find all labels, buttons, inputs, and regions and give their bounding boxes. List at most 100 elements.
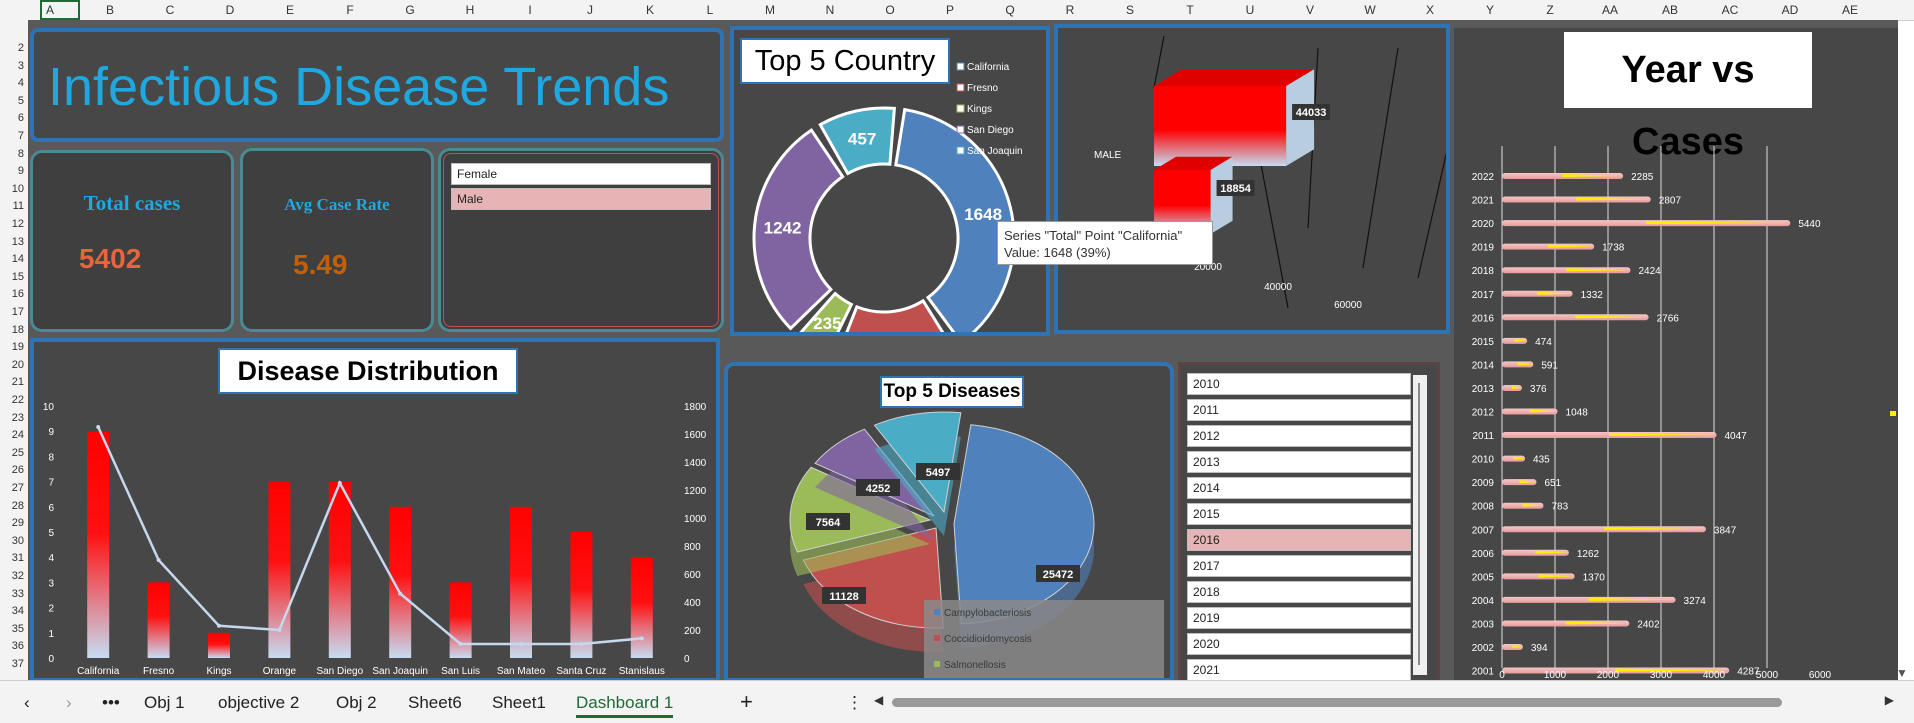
year-slicer-item[interactable]: 2014	[1187, 477, 1411, 499]
sheet-tab[interactable]: objective 2	[218, 693, 299, 713]
row-label[interactable]: 2	[0, 42, 24, 54]
column-label[interactable]: AB	[1662, 3, 1678, 17]
sex-slicer-item[interactable]: Male	[451, 188, 711, 210]
disease-distribution-chart[interactable]: 0 1 2 3 4 5 6 7 8 9 10 0 200 400 600 800 1000 1200 1400 160…	[34, 342, 716, 678]
year-cases-chart[interactable]: 2022 2285 2021 2807 2020 5440 2019 1738 2018 2424…	[1454, 28, 1898, 680]
top5-diseases-pie-chart[interactable]: 25472 11128 7564 4252 5497 Campylobacteriosis…	[728, 366, 1170, 678]
row-label[interactable]: 3	[0, 60, 24, 72]
column-label[interactable]: AA	[1602, 3, 1618, 17]
column-label[interactable]: W	[1364, 3, 1375, 17]
row-label[interactable]: 21	[0, 376, 24, 388]
year-slicer-item[interactable]: 2019	[1187, 607, 1411, 629]
row-label[interactable]: 6	[0, 112, 24, 124]
row-label[interactable]: 17	[0, 306, 24, 318]
row-label[interactable]: 27	[0, 482, 24, 494]
column-label[interactable]: R	[1066, 3, 1075, 17]
year-slicer-item[interactable]: 2011	[1187, 399, 1411, 421]
row-label[interactable]: 34	[0, 605, 24, 617]
column-label[interactable]: I	[528, 3, 531, 17]
row-label[interactable]: 32	[0, 570, 24, 582]
column-label[interactable]: X	[1426, 3, 1434, 17]
column-label[interactable]: G	[405, 3, 414, 17]
row-label[interactable]: 25	[0, 447, 24, 459]
row-label[interactable]: 22	[0, 394, 24, 406]
scroll-right-icon[interactable]: ▶	[1885, 693, 1894, 707]
row-label[interactable]: 31	[0, 552, 24, 564]
year-slicer-item[interactable]: 2018	[1187, 581, 1411, 603]
column-label[interactable]: A	[46, 3, 54, 17]
sheet-tab[interactable]: Dashboard 1	[576, 693, 674, 718]
column-label[interactable]: L	[707, 3, 714, 17]
row-label[interactable]: 36	[0, 640, 24, 652]
horizontal-scrollbar[interactable]: ◀ ▶	[874, 693, 1894, 709]
add-sheet-icon[interactable]: +	[740, 689, 753, 715]
column-label[interactable]: M	[765, 3, 775, 17]
row-label[interactable]: 5	[0, 95, 24, 107]
row-label[interactable]: 13	[0, 236, 24, 248]
year-slicer-item[interactable]: 2016	[1187, 529, 1411, 551]
column-label[interactable]: U	[1246, 3, 1255, 17]
year-slicer-item[interactable]: 2012	[1187, 425, 1411, 447]
column-label[interactable]: N	[826, 3, 835, 17]
column-label[interactable]: C	[166, 3, 175, 17]
year-slicer-item[interactable]: 2020	[1187, 633, 1411, 655]
column-label[interactable]: K	[646, 3, 654, 17]
row-label[interactable]: 33	[0, 588, 24, 600]
row-label[interactable]: 14	[0, 253, 24, 265]
sheet-options-icon[interactable]: ⋮	[846, 693, 863, 713]
column-label[interactable]: Q	[1005, 3, 1014, 17]
row-label[interactable]: 20	[0, 359, 24, 371]
column-label[interactable]: Y	[1486, 3, 1494, 17]
column-label[interactable]: H	[466, 3, 475, 17]
column-label[interactable]: P	[946, 3, 954, 17]
column-label[interactable]: S	[1126, 3, 1134, 17]
year-slicer-item[interactable]: 2021	[1187, 659, 1411, 681]
year-slicer-item[interactable]: 2013	[1187, 451, 1411, 473]
column-label[interactable]: V	[1306, 3, 1314, 17]
row-label[interactable]: 23	[0, 412, 24, 424]
next-sheet-icon[interactable]: ›	[66, 693, 72, 713]
sex-slicer-item[interactable]: Female	[451, 163, 711, 185]
more-sheets-icon[interactable]: •••	[102, 693, 120, 713]
column-label[interactable]: AD	[1782, 3, 1799, 17]
row-label[interactable]: 9	[0, 165, 24, 177]
row-label[interactable]: 8	[0, 148, 24, 160]
row-label[interactable]: 10	[0, 183, 24, 195]
row-label[interactable]: 35	[0, 623, 24, 635]
row-label[interactable]: 18	[0, 324, 24, 336]
row-label[interactable]: 16	[0, 288, 24, 300]
scrollbar-thumb[interactable]	[892, 698, 1782, 707]
year-slicer-item[interactable]: 2017	[1187, 555, 1411, 577]
row-label[interactable]: 24	[0, 429, 24, 441]
column-label[interactable]: B	[106, 3, 114, 17]
row-label[interactable]: 15	[0, 271, 24, 283]
column-label[interactable]: AC	[1722, 3, 1739, 17]
row-label[interactable]: 28	[0, 500, 24, 512]
row-label[interactable]: 26	[0, 464, 24, 476]
scroll-left-icon[interactable]: ◀	[874, 693, 883, 707]
year-slicer-scrollbar[interactable]	[1413, 375, 1427, 675]
year-slicer-item[interactable]: 2015	[1187, 503, 1411, 525]
row-label[interactable]: 11	[0, 200, 24, 212]
year-slicer-item[interactable]: 2010	[1187, 373, 1411, 395]
column-label[interactable]: E	[286, 3, 294, 17]
sheet-tab[interactable]: Obj 1	[144, 693, 185, 713]
top5-country-donut-chart[interactable]: 16486882351242457CaliforniaFresnoKingsSa…	[734, 30, 1046, 332]
scroll-down-icon[interactable]: ▼	[1896, 666, 1912, 680]
column-label[interactable]: Z	[1546, 3, 1553, 17]
row-label[interactable]: 37	[0, 658, 24, 670]
row-label[interactable]: 12	[0, 218, 24, 230]
column-label[interactable]: O	[885, 3, 894, 17]
column-label[interactable]: AE	[1842, 3, 1858, 17]
row-label[interactable]: 29	[0, 517, 24, 529]
sheet-tab[interactable]: Sheet1	[492, 693, 546, 713]
prev-sheet-icon[interactable]: ‹	[24, 693, 30, 713]
column-label[interactable]: T	[1186, 3, 1193, 17]
sheet-tab[interactable]: Sheet6	[408, 693, 462, 713]
column-label[interactable]: F	[346, 3, 353, 17]
row-label[interactable]: 30	[0, 535, 24, 547]
row-label[interactable]: 7	[0, 130, 24, 142]
gender-bar-chart[interactable]: MALE44033188540200004000060000	[1058, 28, 1446, 330]
sheet-tab[interactable]: Obj 2	[336, 693, 377, 713]
column-label[interactable]: J	[587, 3, 593, 17]
